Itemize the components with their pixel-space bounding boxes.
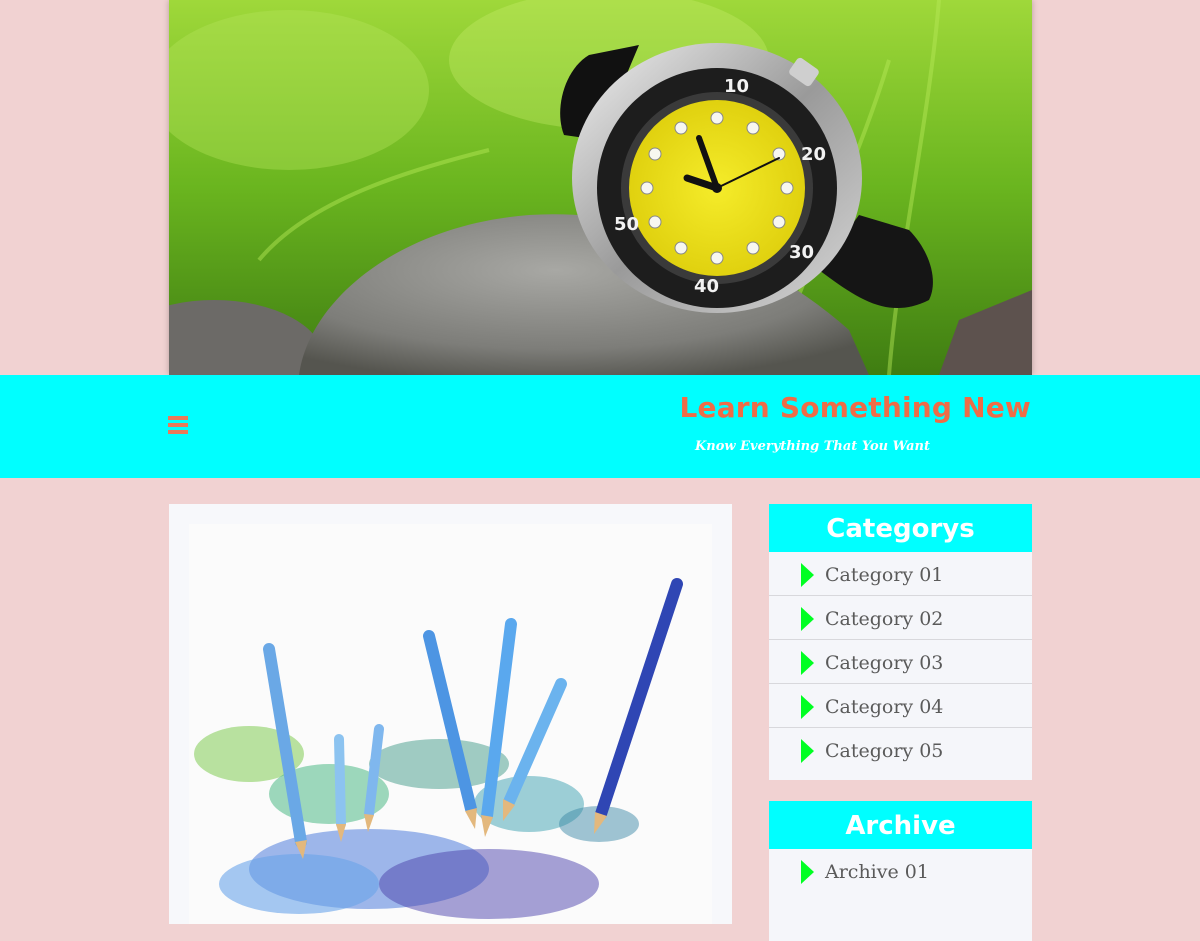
triangle-right-icon [801,607,814,631]
archive-widget: Archive Archive 01 [769,801,1032,941]
category-item[interactable]: Category 04 [769,684,1032,728]
categories-widget-title: Categorys [769,504,1032,552]
category-item-label[interactable]: Category 02 [825,608,943,630]
svg-text:10: 10 [724,76,749,97]
archive-widget-title: Archive [769,801,1032,849]
triangle-right-icon [801,651,814,675]
category-item[interactable]: Category 01 [769,552,1032,596]
triangle-right-icon [801,695,814,719]
site-tagline: Know Everything That You Want [695,439,930,454]
category-item[interactable]: Category 02 [769,596,1032,640]
post-featured-image[interactable] [189,524,712,924]
svg-text:20: 20 [801,144,826,165]
svg-text:30: 30 [789,242,814,263]
triangle-right-icon [801,739,814,763]
category-item-label[interactable]: Category 05 [825,740,943,762]
archive-item-label[interactable]: Archive 01 [825,861,929,883]
triangle-right-icon [801,563,814,587]
svg-text:50: 50 [614,214,639,235]
hamburger-menu-icon[interactable] [166,413,190,437]
post-card [169,504,732,924]
archive-item[interactable]: Archive 01 [769,849,1032,893]
svg-text:40: 40 [694,276,719,297]
category-item[interactable]: Category 05 [769,728,1032,772]
category-item-label[interactable]: Category 04 [825,696,943,718]
site-header: Learn Something New Know Everything That… [0,375,1200,478]
hero-image: 10 20 30 40 50 [169,0,1032,375]
category-item-label[interactable]: Category 03 [825,652,943,674]
archive-list: Archive 01 [769,849,1032,893]
category-item[interactable]: Category 03 [769,640,1032,684]
categories-list: Category 01 Category 02 Category 03 Cate… [769,552,1032,772]
triangle-right-icon [801,860,814,884]
categories-widget: Categorys Category 01 Category 02 Catego… [769,504,1032,780]
site-title[interactable]: Learn Something New [679,391,1031,424]
category-item-label[interactable]: Category 01 [825,564,943,586]
